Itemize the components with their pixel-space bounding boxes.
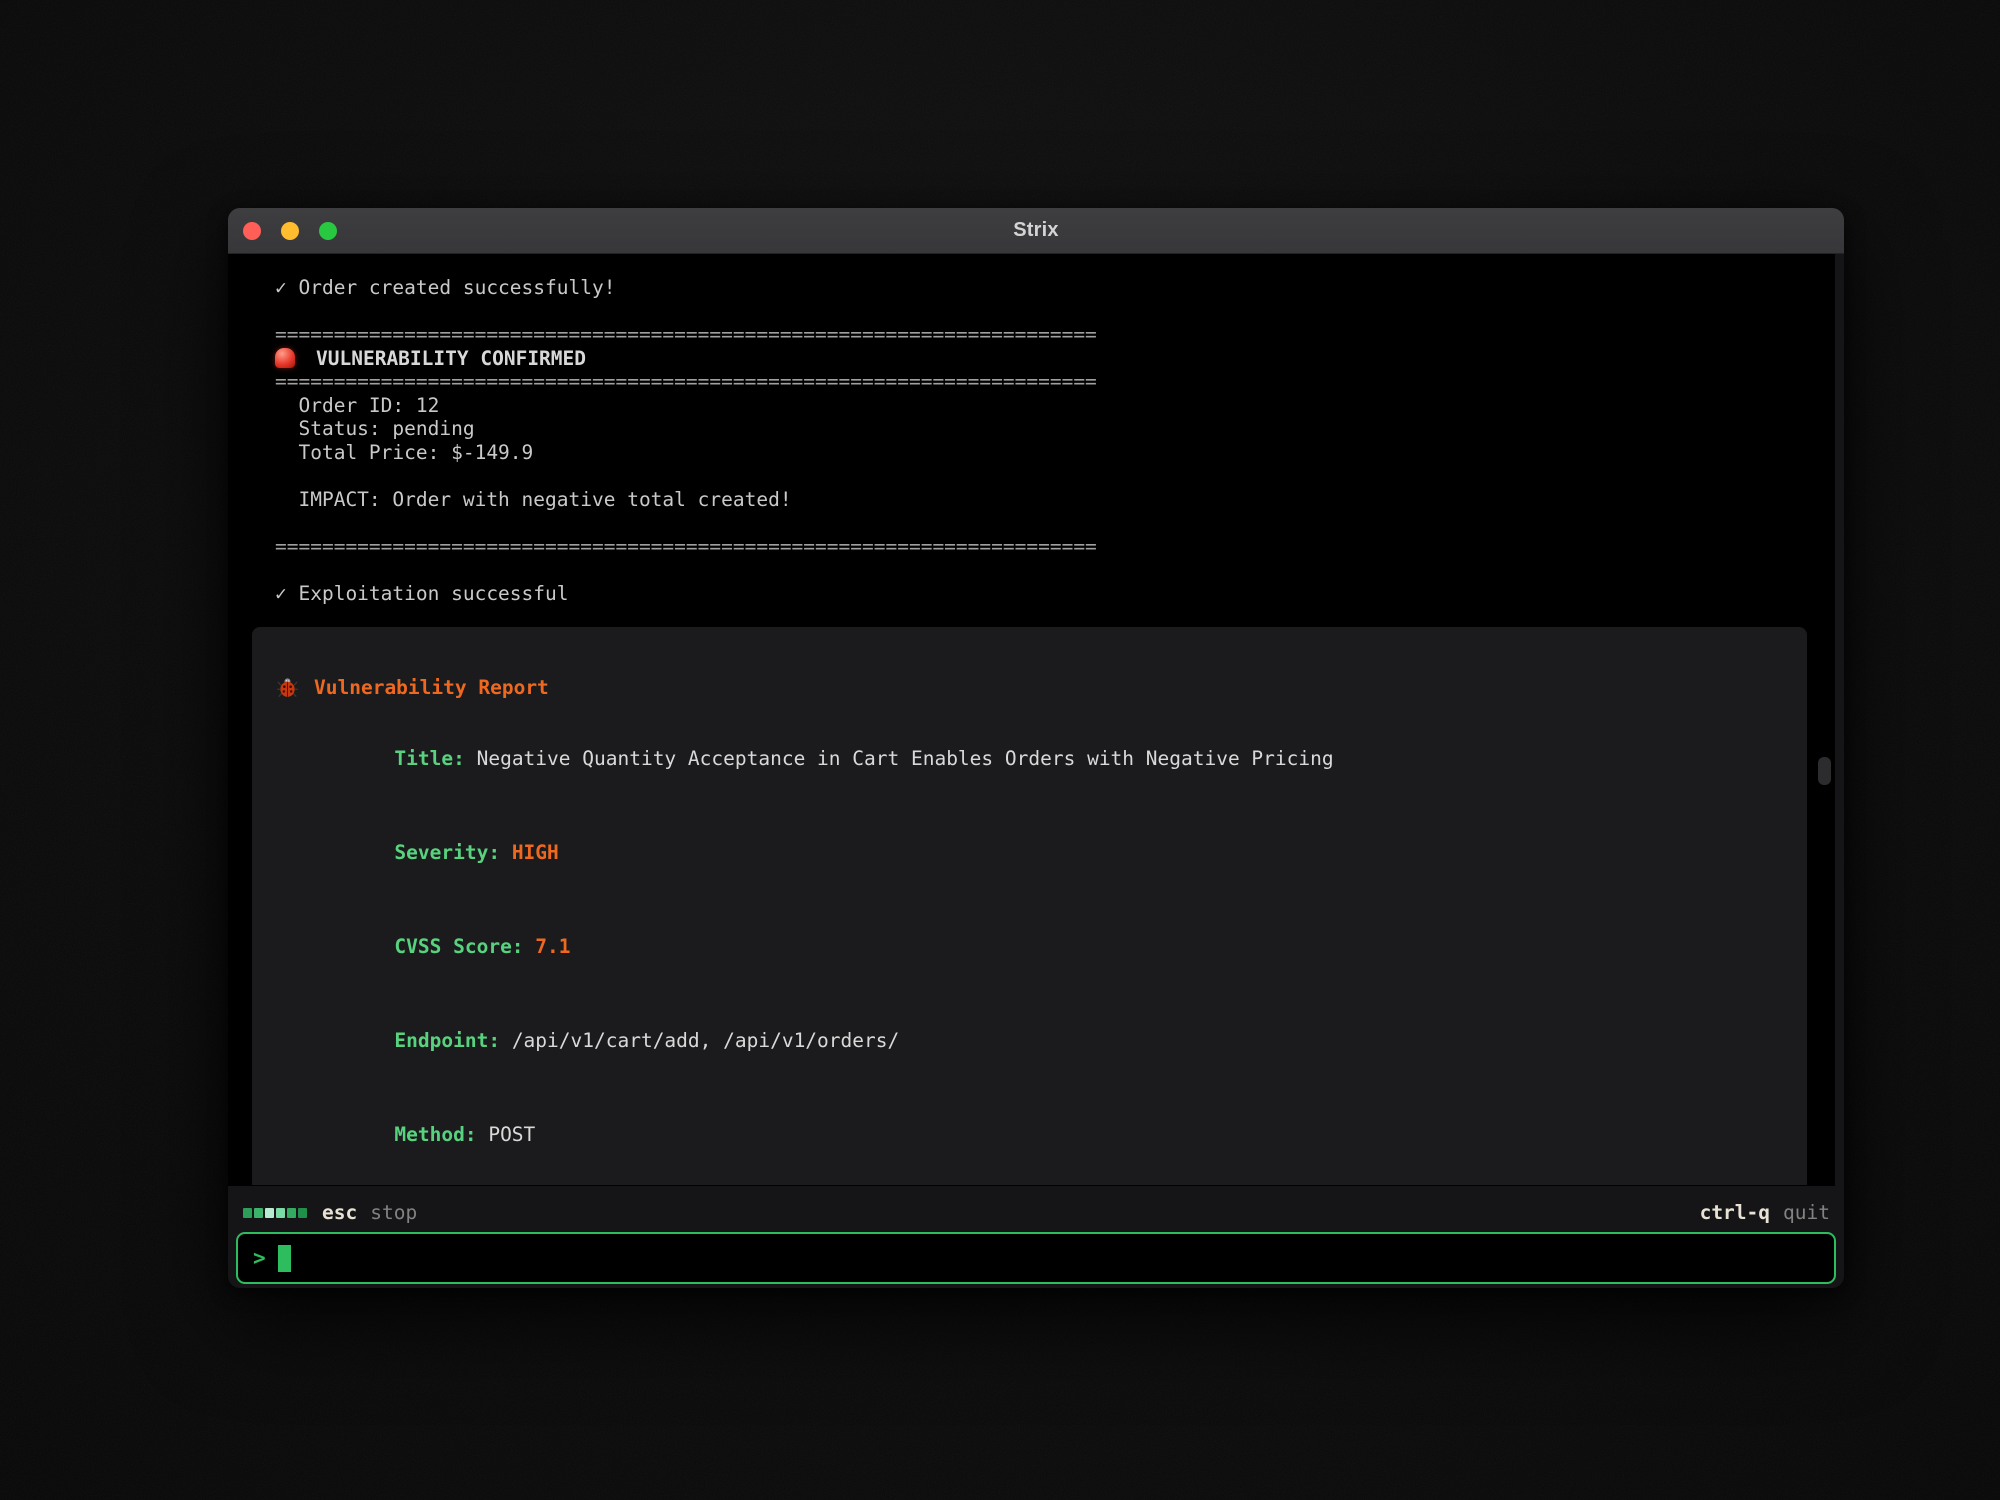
separator-line: ========================================… [228,535,1835,559]
impact-line: IMPACT: Order with negative total create… [228,488,1835,512]
vulnerability-confirmed-line: VULNERABILITY CONFIRMED [228,347,1835,371]
total-price-line: Total Price: $-149.9 [228,441,1835,465]
report-title-value: Negative Quantity Acceptance in Cart Ena… [477,747,1334,770]
quit-label: quit [1783,1201,1830,1224]
vulnerability-report-panel: Vulnerability Report Title:Negative Quan… [252,627,1807,1185]
vulnerability-confirmed-text: VULNERABILITY CONFIRMED [316,347,586,371]
report-cvss-score-row: CVSS Score:7.1 [277,911,1785,982]
bug-icon [277,677,298,698]
separator-line: ========================================… [228,370,1835,394]
report-title-row: Title:Negative Quantity Acceptance in Ca… [277,723,1785,794]
text-cursor [278,1245,291,1272]
separator-line: ========================================… [228,323,1835,347]
report-heading-text: Vulnerability Report [314,676,549,700]
stop-keybind: esc [322,1201,357,1224]
order-status-line: Status: pending [228,417,1835,441]
report-endpoint-row: Endpoint:/api/v1/cart/add, /api/v1/order… [277,1005,1785,1076]
activity-spinner [243,1208,307,1218]
strix-terminal-window: Strix ✓ Order created successfully! ====… [228,208,1844,1288]
report-severity-row: Severity:HIGH [277,817,1785,888]
cvss-score-value: 7.1 [535,935,570,958]
stop-label: stop [370,1201,417,1224]
window-title: Strix [228,219,1844,242]
prompt-chevron: > [253,1246,266,1270]
footer-bar: esc stop ctrl-q quit > [228,1186,1844,1288]
method-value: POST [488,1123,535,1146]
report-method-row: Method:POST [277,1099,1785,1170]
severity-badge: HIGH [512,841,559,864]
scrollbar-thumb[interactable] [1818,757,1831,785]
report-heading: Vulnerability Report [277,676,1785,700]
order-success-line: ✓ Order created successfully! [228,276,1835,300]
exploitation-success-line: ✓ Exploitation successful [228,582,1835,606]
quit-keybind: ctrl-q [1700,1201,1770,1224]
command-input[interactable]: > [236,1232,1836,1284]
endpoint-value: /api/v1/cart/add, /api/v1/orders/ [512,1029,899,1052]
terminal-scroll-area[interactable]: ✓ Order created successfully! ==========… [228,254,1835,1186]
window-titlebar[interactable]: Strix [228,208,1844,254]
status-row: esc stop ctrl-q quit [228,1199,1844,1226]
order-id-line: Order ID: 12 [228,394,1835,418]
siren-icon [275,348,295,368]
